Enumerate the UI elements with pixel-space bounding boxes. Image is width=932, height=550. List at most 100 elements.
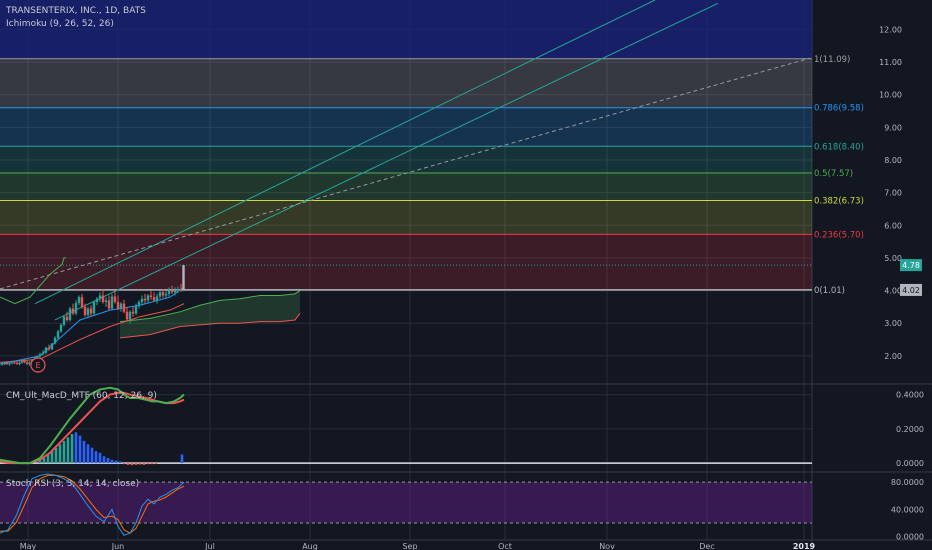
macd-histogram-bar	[150, 463, 154, 465]
candle-body	[110, 296, 114, 309]
fib-zone	[0, 107, 812, 147]
fib-level-label: 0.382(6.73)	[814, 196, 864, 206]
macd-histogram-bar	[126, 463, 130, 465]
candle-body	[74, 302, 78, 314]
candle[interactable]	[182, 264, 185, 292]
candle-body	[23, 361, 26, 363]
candle[interactable]	[50, 342, 54, 351]
macd-histogram-bar	[106, 458, 110, 464]
price-axis-tick-label: 2.00	[884, 352, 902, 361]
stoch-axis-tick-label: 0.0000	[896, 533, 924, 542]
macd-histogram-bar	[134, 463, 138, 465]
time-axis-tick-label: 2019	[793, 542, 816, 550]
candle-body	[167, 289, 171, 294]
candle-body	[80, 297, 84, 307]
time-axis-tick-label: May	[20, 542, 37, 550]
candle[interactable]	[92, 300, 96, 316]
candle-body	[137, 302, 141, 306]
candle-body	[173, 290, 177, 293]
time-axis-tick-label: Sep	[402, 542, 417, 550]
candle-body	[86, 308, 90, 316]
candle-body	[5, 363, 9, 365]
macd-histogram-bar	[94, 451, 98, 464]
ichimoku-label: Ichimoku (9, 26, 52, 26)	[6, 19, 114, 29]
candle-body	[38, 354, 42, 357]
candle-body	[134, 305, 138, 314]
macd-histogram-bar	[98, 452, 102, 464]
candle-body	[104, 300, 108, 303]
macd-axis-tick-label: 0.2000	[896, 425, 924, 434]
macd-histogram-bar	[138, 463, 142, 465]
candle-body	[125, 311, 129, 320]
candle-body	[44, 347, 48, 353]
candle-body	[83, 306, 87, 316]
macd-histogram-bar	[86, 444, 90, 464]
macd-histogram-bar	[130, 463, 134, 466]
fib-level-label: 0.5(7.57)	[814, 169, 853, 179]
price-axis-tick-label: 3.00	[884, 319, 902, 328]
macd-histogram-bar	[102, 456, 106, 464]
macd-histogram-bar	[146, 463, 150, 465]
time-axis-tick-label: Jun	[111, 542, 125, 550]
fib-zone	[0, 234, 812, 290]
candle-body	[18, 362, 21, 365]
candle[interactable]	[68, 306, 72, 322]
candle-body	[59, 324, 63, 332]
candle-body	[77, 297, 81, 303]
macd-axis-tick-label: 0.4000	[896, 391, 924, 400]
macd-histogram-bar	[142, 463, 146, 465]
fib-zone	[0, 200, 812, 235]
candle-body	[107, 300, 111, 309]
price-axis-tick-label: 9.00	[884, 123, 902, 132]
fib-level-label: 0(1.01)	[814, 286, 845, 296]
candle-body	[116, 302, 120, 309]
candle[interactable]	[62, 315, 66, 327]
macd-histogram-bar	[118, 461, 122, 464]
candle-body	[13, 362, 16, 364]
candle-body	[89, 308, 93, 314]
macd-histogram-bar	[90, 447, 94, 464]
candle-body	[128, 311, 132, 320]
candle-body	[10, 362, 14, 364]
candle-body	[170, 289, 174, 293]
candle-body	[28, 362, 31, 364]
price-label: 4.78	[902, 261, 920, 270]
candle-body	[98, 295, 102, 299]
macd-histogram-bar	[114, 460, 118, 464]
candle-body	[92, 302, 96, 314]
trading-chart[interactable]: 0(1.01) 0.236(5.70) 0.382(6.73) 0.5(7.57) 0.…	[0, 0, 932, 550]
candle-body	[3, 363, 6, 365]
fib-zone	[0, 173, 812, 201]
macd-label: CM_Ult_MacD_MTF (60, 12, 26, 9)	[6, 391, 157, 401]
candle-body	[140, 298, 144, 303]
candle-body	[176, 288, 180, 291]
event-markers[interactable]: E	[30, 357, 46, 373]
candle-body	[146, 295, 150, 301]
candle-body	[122, 303, 126, 312]
price-axis-tick-label: 5.00	[884, 254, 902, 263]
candle-body	[53, 337, 57, 344]
macd-histogram-bar	[110, 459, 114, 464]
candle-body	[47, 347, 51, 350]
candle-body	[95, 298, 99, 303]
earnings-marker-label: E	[35, 361, 40, 370]
price-axis-tick-label: 7.00	[884, 189, 902, 198]
candle-body	[164, 293, 168, 296]
fib-level-label: 0.618(8.40)	[814, 142, 864, 152]
candle[interactable]	[134, 303, 138, 316]
candle-body	[62, 316, 66, 325]
candle-body	[152, 297, 156, 301]
macd-histogram-bar	[58, 444, 62, 464]
candle-body	[65, 316, 69, 320]
macd-axis-tick-label: 0.0000	[896, 459, 924, 468]
macd-histogram-bar	[54, 447, 58, 464]
candle-body	[101, 295, 105, 303]
candle-body	[15, 363, 19, 365]
macd-histogram-bar	[74, 432, 78, 464]
price-axis-tick-label: 8.00	[884, 156, 902, 165]
candle-body	[158, 292, 162, 297]
time-axis-tick-label: Dec	[699, 542, 714, 550]
candle-body	[0, 363, 4, 365]
candle-body	[113, 296, 117, 303]
time-axis-tick-label: Aug	[302, 542, 318, 550]
